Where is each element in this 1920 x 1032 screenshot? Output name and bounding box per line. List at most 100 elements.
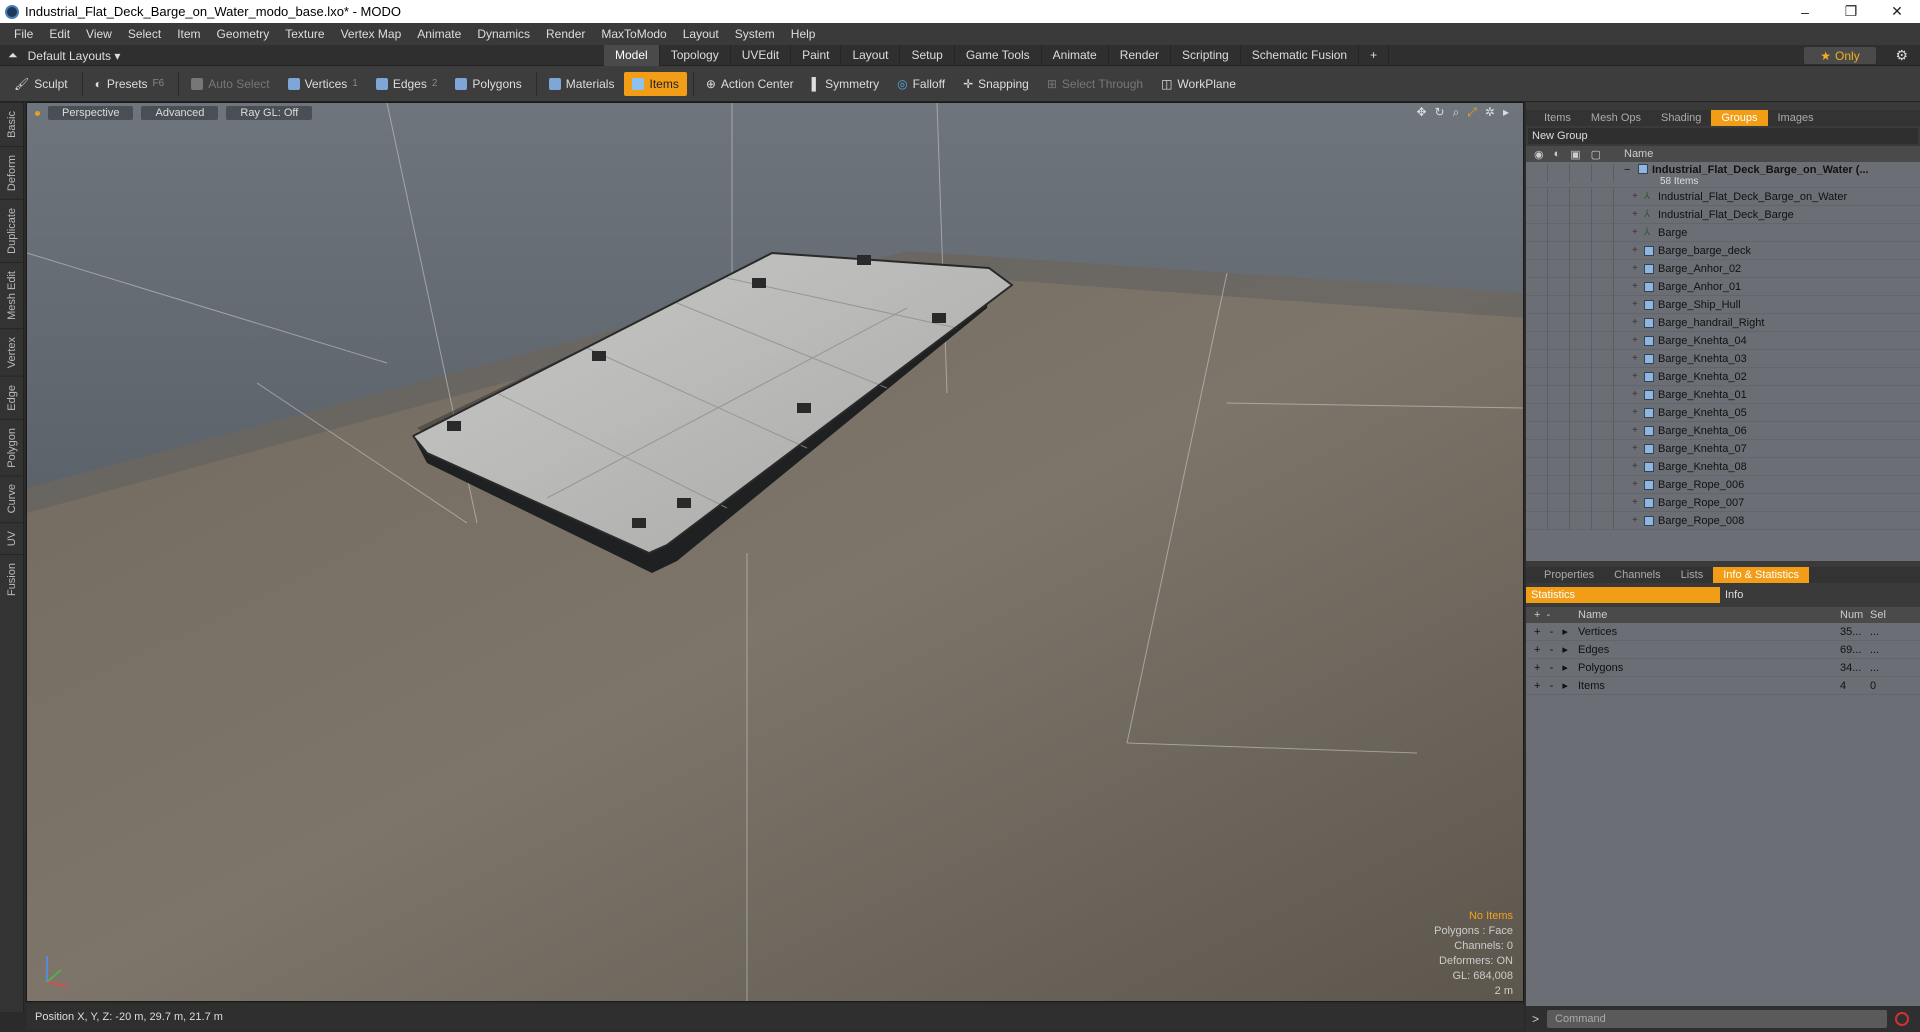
presets-button[interactable]: ◐ Presets F6 (87, 72, 173, 96)
left-tab-basic[interactable]: Basic (0, 102, 24, 146)
panel-tab-channels[interactable]: Channels (1604, 567, 1670, 583)
expand-icon[interactable]: + (1624, 461, 1644, 472)
expand-icon[interactable]: + (1624, 209, 1644, 220)
stats-row[interactable]: + - ▸ Vertices 35...... (1526, 623, 1920, 641)
tab-paint[interactable]: Paint (791, 45, 842, 66)
workplane-button[interactable]: ◫ WorkPlane (1153, 72, 1244, 96)
snapping-button[interactable]: ✛ Snapping (955, 72, 1037, 96)
viewport-settings-icon[interactable]: ✲ (1485, 105, 1495, 120)
symmetry-button[interactable]: ▌ Symmetry (804, 72, 888, 96)
panel-tab-shading[interactable]: Shading (1651, 110, 1711, 126)
menu-file[interactable]: File (6, 27, 41, 41)
expand-icon[interactable]: + (1624, 353, 1644, 364)
group-item-row[interactable]: + ⅄ Industrial_Flat_Deck_Barge_on_Water (1526, 187, 1920, 206)
rotate-icon[interactable]: ↻ (1435, 105, 1445, 120)
tab-schematic-fusion[interactable]: Schematic Fusion (1241, 45, 1360, 66)
fit-icon[interactable]: ⤢ (1467, 105, 1477, 120)
view-mode-dropdown[interactable]: Perspective (48, 106, 134, 120)
new-group-button[interactable]: New Group (1528, 128, 1918, 144)
group-item-row[interactable]: + Barge_Ship_Hull (1526, 295, 1920, 314)
group-item-row[interactable]: + Barge_Knehta_08 (1526, 457, 1920, 476)
materials-button[interactable]: Materials (541, 72, 623, 96)
panel-tab-images[interactable]: Images (1768, 110, 1824, 126)
group-item-row[interactable]: + Barge_Rope_007 (1526, 493, 1920, 512)
group-row[interactable]: − Industrial_Flat_Deck_Barge_on_Water (.… (1526, 162, 1920, 188)
falloff-button[interactable]: ◎ Falloff (889, 72, 953, 96)
expand-icon[interactable]: + (1624, 281, 1644, 292)
menu-view[interactable]: View (78, 27, 120, 41)
info-tab[interactable]: Info (1720, 587, 1743, 603)
panel-tab-info-statistics[interactable]: Info & Statistics (1713, 567, 1810, 583)
tab-render[interactable]: Render (1109, 45, 1172, 66)
command-input[interactable]: Command (1547, 1010, 1888, 1028)
expand-icon[interactable]: + (1624, 335, 1644, 346)
polygons-button[interactable]: Polygons (447, 72, 529, 96)
expand-icon[interactable]: + (1624, 407, 1644, 418)
shading-mode-dropdown[interactable]: Advanced (141, 106, 219, 120)
group-item-row[interactable]: + Barge_Knehta_05 (1526, 403, 1920, 422)
menu-item[interactable]: Item (169, 27, 208, 41)
close-button[interactable]: ✕ (1874, 0, 1920, 23)
stats-row[interactable]: + - ▸ Items 4 0 (1526, 677, 1920, 695)
tab-layout[interactable]: Layout (841, 45, 901, 66)
menu-maxtomodo[interactable]: MaxToModo (593, 27, 674, 41)
minimize-button[interactable]: – (1782, 0, 1828, 23)
edges-button[interactable]: Edges 2 (368, 72, 446, 96)
tab-scripting[interactable]: Scripting (1171, 45, 1241, 66)
gear-icon[interactable]: ⚙ (1895, 47, 1908, 64)
group-item-row[interactable]: + Barge_Knehta_03 (1526, 349, 1920, 368)
left-tab-vertex[interactable]: Vertex (0, 327, 24, 376)
group-item-row[interactable]: + Barge_Knehta_02 (1526, 367, 1920, 386)
panel-tab-properties[interactable]: Properties (1534, 567, 1604, 583)
menu-system[interactable]: System (727, 27, 783, 41)
menu-help[interactable]: Help (783, 27, 824, 41)
left-tab-deform[interactable]: Deform (0, 145, 24, 199)
expand-icon[interactable]: + (1624, 299, 1644, 310)
name-column-header[interactable]: Name (1624, 148, 1653, 160)
menu-render[interactable]: Render (538, 27, 593, 41)
only-toggle[interactable]: ★ Only (1804, 47, 1876, 64)
panel-tab-mesh-ops[interactable]: Mesh Ops (1581, 110, 1651, 126)
tab-uvedit[interactable]: UVEdit (731, 45, 792, 66)
expand-icon[interactable]: + (1624, 515, 1644, 526)
group-item-row[interactable]: + Barge_Anhor_01 (1526, 277, 1920, 296)
menu-layout[interactable]: Layout (675, 27, 727, 41)
group-item-row[interactable]: + Barge_Knehta_04 (1526, 331, 1920, 350)
default-layouts-dropdown[interactable]: Default Layouts ▾ (28, 49, 121, 63)
action-center-button[interactable]: ⊕ Action Center (698, 72, 802, 96)
pan-icon[interactable]: ✥ (1416, 105, 1426, 120)
expand-icon[interactable]: + (1624, 371, 1644, 382)
panel-tab-lists[interactable]: Lists (1671, 567, 1714, 583)
menu-geometry[interactable]: Geometry (209, 27, 278, 41)
zoom-icon[interactable]: ⌕ (1453, 105, 1460, 120)
left-tab-uv[interactable]: UV (0, 521, 24, 555)
layout-toggle-icon[interactable]: ⏶ (8, 48, 18, 63)
group-item-row[interactable]: + ⅄ Barge (1526, 223, 1920, 242)
expand-icon[interactable]: + (1624, 317, 1644, 328)
add-tab-button[interactable]: + (1359, 45, 1390, 66)
left-tab-edge[interactable]: Edge (0, 375, 24, 419)
expand-collapse-icons[interactable]: + - ▸ (1526, 661, 1578, 674)
group-item-row[interactable]: + Barge_handrail_Right (1526, 313, 1920, 332)
left-tab-duplicate[interactable]: Duplicate (0, 198, 24, 262)
restore-button[interactable]: ❐ (1828, 0, 1874, 23)
collapse-icon[interactable]: − (1624, 164, 1638, 176)
left-tab-polygon[interactable]: Polygon (0, 418, 24, 476)
menu-dynamics[interactable]: Dynamics (469, 27, 538, 41)
statistics-tab[interactable]: Statistics (1526, 587, 1720, 603)
auto-select-button[interactable]: Auto Select (183, 72, 277, 96)
group-item-row[interactable]: + Barge_Rope_006 (1526, 475, 1920, 494)
expand-icon[interactable]: + (1624, 443, 1644, 454)
expand-icon[interactable]: + (1624, 479, 1644, 490)
vertices-button[interactable]: Vertices 1 (280, 72, 366, 96)
menu-edit[interactable]: Edit (41, 27, 78, 41)
stats-row[interactable]: + - ▸ Edges 69...... (1526, 641, 1920, 659)
3d-viewport[interactable]: Perspective Advanced Ray GL: Off ✥ ↻ ⌕ ⤢… (26, 102, 1524, 1002)
left-tab-curve[interactable]: Curve (0, 475, 24, 522)
menu-texture[interactable]: Texture (277, 27, 332, 41)
group-item-row[interactable]: + Barge_Knehta_01 (1526, 385, 1920, 404)
items-button[interactable]: Items (624, 71, 687, 96)
expand-icon[interactable]: + (1624, 389, 1644, 400)
tab-model[interactable]: Model (604, 45, 660, 66)
sculpt-button[interactable]: 🖌 Sculpt (6, 72, 76, 96)
